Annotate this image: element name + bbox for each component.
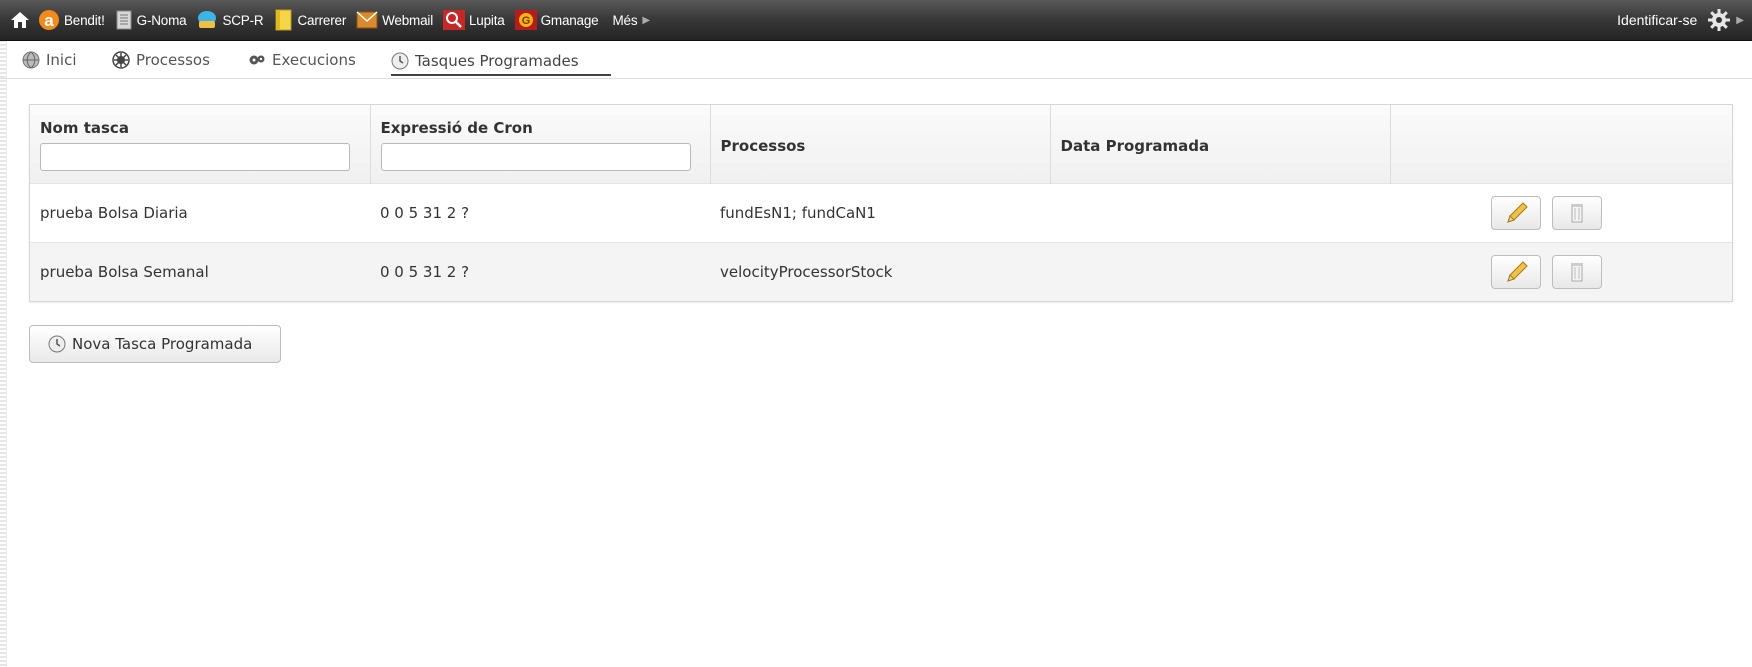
trash-icon <box>1571 262 1583 282</box>
mes-label: Més <box>612 12 638 28</box>
document-icon <box>116 10 132 30</box>
column-nom-tasca: Nom tasca <box>30 105 371 183</box>
edit-button[interactable] <box>1491 254 1542 289</box>
date-cell <box>1050 241 1390 301</box>
tab-inici-label: Inici <box>46 51 77 69</box>
tab-tasques-programades[interactable]: Tasques Programades <box>391 47 611 76</box>
column-header-label: Processos <box>720 136 806 155</box>
tab-tasques-programades-label: Tasques Programades <box>415 51 579 70</box>
chevron-right-icon: ▶ <box>1736 14 1744 26</box>
column-header-label: Expressió de Cron <box>380 119 533 137</box>
svg-text:G: G <box>521 15 530 27</box>
gnoma-label: G-Noma <box>136 12 187 28</box>
cron-cell: 0 0 5 31 2 ? <box>370 241 710 301</box>
table-header-row: Nom tasca Expressió de Cron Processos Da… <box>30 105 1732 183</box>
bendit-link[interactable]: a Bendit! <box>38 9 105 31</box>
column-cron: Expressió de Cron <box>370 105 711 183</box>
gnoma-link[interactable]: G-Noma <box>115 10 187 30</box>
gear-icon <box>1708 9 1731 31</box>
new-scheduled-task-label: Nova Tasca Programada <box>72 335 253 353</box>
mes-menu[interactable]: Més ▶ <box>608 13 650 28</box>
settings-button[interactable]: ▶ <box>1707 8 1744 32</box>
nom-tasca-filter-input[interactable] <box>40 143 350 171</box>
pencil-icon <box>1507 201 1528 223</box>
gears-icon <box>249 55 265 65</box>
carrerer-label: Carrerer <box>297 12 347 28</box>
bendit-label: Bendit! <box>64 12 105 28</box>
cog-circle-icon <box>112 51 130 69</box>
svg-text:a: a <box>44 11 54 30</box>
trash-icon <box>1571 203 1583 222</box>
gmanage-label: Gmanage <box>540 12 599 28</box>
scpr-label: SCP-R <box>222 12 264 28</box>
pencil-icon <box>1507 261 1528 282</box>
column-processos: Processos <box>710 105 1051 183</box>
column-data-programada: Data Programada <box>1050 105 1391 183</box>
magnifier-icon <box>443 10 465 30</box>
clock-icon <box>48 335 66 353</box>
login-link[interactable]: Identificar-se <box>1617 12 1697 28</box>
gmanage-icon: G <box>514 10 537 30</box>
actions-cell <box>1390 241 1732 301</box>
delete-button[interactable] <box>1552 254 1602 289</box>
gmanage-link[interactable]: G Gmanage <box>514 10 599 30</box>
home-button[interactable] <box>10 10 30 30</box>
left-border <box>0 0 7 667</box>
edit-button[interactable] <box>1491 195 1542 230</box>
webmail-link[interactable]: Webmail <box>356 10 433 30</box>
top-toolbar: a Bendit! G-Noma SCP-R Carrerer Webmail … <box>0 0 1752 41</box>
tab-execucions-label: Execucions <box>272 51 356 69</box>
date-cell <box>1050 182 1390 242</box>
new-scheduled-task-button[interactable]: Nova Tasca Programada <box>29 325 281 363</box>
cron-filter-input[interactable] <box>380 143 691 171</box>
carrerer-link[interactable]: Carrerer <box>273 9 346 31</box>
table-row: prueba Bolsa Semanal 0 0 5 31 2 ? veloci… <box>30 241 1732 301</box>
tab-execucions[interactable]: Execucions <box>248 47 356 73</box>
task-name-cell: prueba Bolsa Diaria <box>30 182 370 242</box>
scpr-icon <box>198 11 217 28</box>
tab-processos[interactable]: Processos <box>112 47 210 73</box>
webmail-label: Webmail <box>382 12 433 28</box>
task-name-cell: prueba Bolsa Semanal <box>30 241 370 301</box>
column-actions <box>1390 105 1732 183</box>
bendit-icon: a <box>39 10 59 30</box>
notebook-icon <box>275 9 292 31</box>
column-header-label: Data Programada <box>1060 136 1210 155</box>
cron-cell: 0 0 5 31 2 ? <box>370 182 710 242</box>
tab-inici[interactable]: Inici <box>22 47 77 73</box>
lupita-label: Lupita <box>469 12 505 28</box>
delete-button[interactable] <box>1552 195 1602 230</box>
home-icon <box>11 12 29 28</box>
nav-tabs: Inici Processos Execucions Tasques Progr… <box>0 41 1752 79</box>
processes-cell: velocityProcessorStock <box>710 241 1050 301</box>
webmail-icon <box>356 11 378 29</box>
column-header-label: Nom tasca <box>40 119 129 137</box>
lupita-link[interactable]: Lupita <box>443 10 505 30</box>
chevron-right-icon: ▶ <box>642 14 651 26</box>
tasks-table: Nom tasca Expressió de Cron Processos Da… <box>29 104 1733 302</box>
tab-processos-label: Processos <box>136 51 210 69</box>
actions-cell <box>1390 182 1732 242</box>
scpr-link[interactable]: SCP-R <box>196 10 264 30</box>
table-row: prueba Bolsa Diaria 0 0 5 31 2 ? fundEsN… <box>30 182 1732 242</box>
clock-icon <box>391 52 409 69</box>
globe-icon <box>22 51 40 69</box>
processes-cell: fundEsN1; fundCaN1 <box>710 182 1050 242</box>
